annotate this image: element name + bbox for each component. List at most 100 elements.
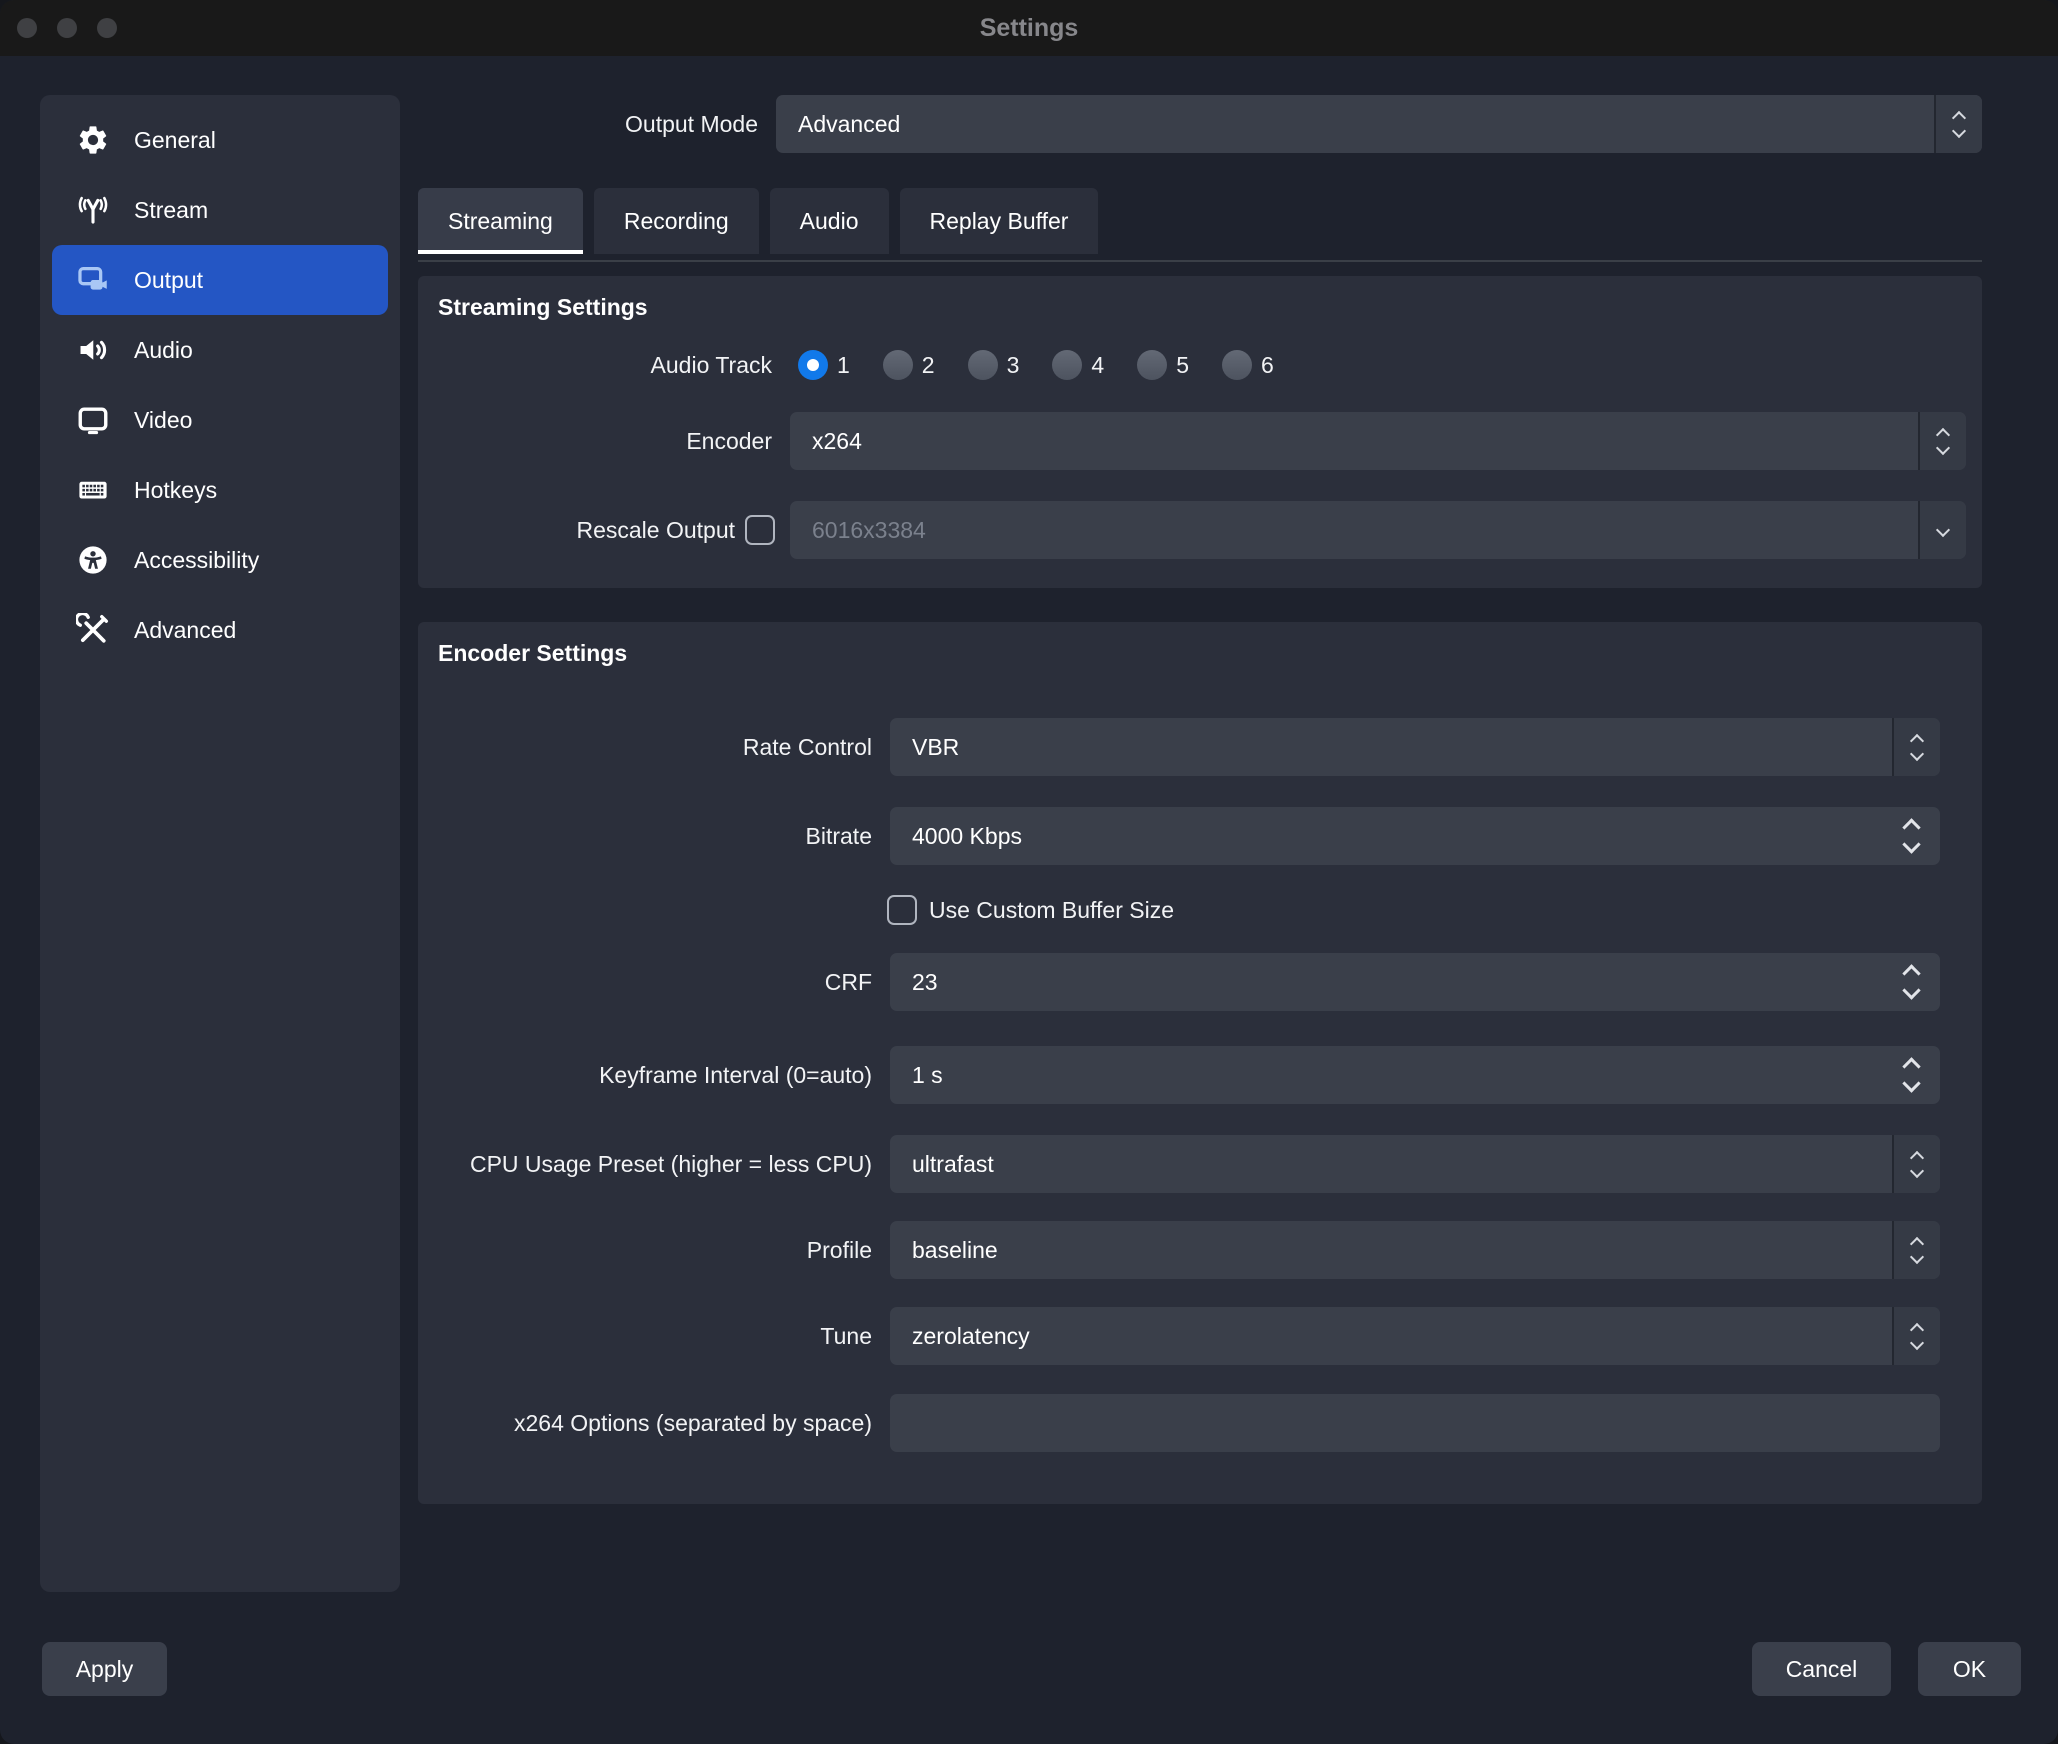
tab-streaming[interactable]: Streaming [418,188,583,254]
x264-options-label: x264 Options (separated by space) [418,1410,872,1437]
sidebar-item-audio[interactable]: Audio [52,315,388,385]
rescale-resolution-combobox[interactable] [790,501,1966,559]
x264-options-row: x264 Options (separated by space) [418,1395,1940,1451]
keyframe-interval-label: Keyframe Interval (0=auto) [418,1062,872,1089]
radio-icon[interactable] [1222,350,1252,380]
tune-row: Tune zerolatency [418,1308,1940,1364]
audio-track-row: Audio Track 1 2 3 4 5 6 [418,347,1966,383]
sidebar-item-accessibility[interactable]: Accessibility [52,525,388,595]
encoder-select[interactable]: x264 [790,412,1966,470]
dropdown-arrows-icon[interactable] [1892,718,1940,776]
chevron-down-icon[interactable] [1918,501,1966,559]
radio-icon[interactable] [968,350,998,380]
spin-up-icon[interactable] [1902,818,1920,836]
radio-selected-icon[interactable] [798,350,828,380]
output-mode-value: Advanced [798,111,900,138]
titlebar: Settings [0,0,2058,56]
tune-value: zerolatency [912,1323,1030,1350]
tune-label: Tune [418,1323,872,1350]
crf-row: CRF 23 [418,954,1940,1010]
rescale-resolution-input[interactable] [812,517,1902,544]
sidebar-label-stream: Stream [134,197,208,224]
audio-track-option-1[interactable]: 1 [798,350,850,380]
tab-replay-buffer[interactable]: Replay Buffer [900,188,1099,254]
sidebar-label-video: Video [134,407,192,434]
rate-control-label: Rate Control [418,734,872,761]
rate-control-row: Rate Control VBR [418,718,1940,776]
spin-down-icon[interactable] [1902,981,1920,999]
radio-icon[interactable] [1052,350,1082,380]
spin-up-icon[interactable] [1902,1057,1920,1075]
output-icon [76,263,110,297]
dropdown-arrows-icon[interactable] [1892,1307,1940,1365]
dropdown-arrows-icon[interactable] [1918,412,1966,470]
output-mode-label: Output Mode [418,111,758,138]
output-mode-row: Output Mode Advanced [418,95,1982,153]
spin-up-icon[interactable] [1902,964,1920,982]
rescale-output-label: Rescale Output [418,517,735,544]
bitrate-spinbox[interactable]: 4000 Kbps [890,807,1940,865]
crf-label: CRF [418,969,872,996]
rate-control-value: VBR [912,734,959,761]
rescale-output-checkbox[interactable] [745,515,775,545]
sidebar-item-hotkeys[interactable]: Hotkeys [52,455,388,525]
audio-track-option-5[interactable]: 5 [1137,350,1189,380]
speaker-icon [76,333,110,367]
keyframe-interval-value: 1 s [912,1062,943,1089]
tune-select[interactable]: zerolatency [890,1307,1940,1365]
cancel-button[interactable]: Cancel [1752,1642,1891,1696]
profile-value: baseline [912,1237,998,1264]
profile-label: Profile [418,1237,872,1264]
tab-recording[interactable]: Recording [594,188,759,254]
sidebar-item-advanced[interactable]: Advanced [52,595,388,665]
audio-track-option-2[interactable]: 2 [883,350,935,380]
crf-value: 23 [912,969,938,996]
profile-row: Profile baseline [418,1222,1940,1278]
audio-track-option-3[interactable]: 3 [968,350,1020,380]
settings-window: Settings General Stream Output Audio [0,0,2058,1744]
use-custom-buffer-checkbox[interactable] [887,895,917,925]
keyframe-interval-spinbox[interactable]: 1 s [890,1046,1940,1104]
audio-track-option-6[interactable]: 6 [1222,350,1274,380]
tab-audio[interactable]: Audio [770,188,889,254]
spin-down-icon[interactable] [1902,835,1920,853]
output-mode-select[interactable]: Advanced [776,95,1982,153]
rescale-output-row: Rescale Output [418,500,1966,560]
apply-button[interactable]: Apply [42,1642,167,1696]
gear-icon [76,123,110,157]
sidebar-label-general: General [134,127,216,154]
sidebar-label-hotkeys: Hotkeys [134,477,217,504]
x264-options-field[interactable] [890,1394,1940,1452]
dropdown-arrows-icon[interactable] [1934,95,1982,153]
sidebar-item-output[interactable]: Output [52,245,388,315]
crf-spinbox[interactable]: 23 [890,953,1940,1011]
dropdown-arrows-icon[interactable] [1892,1135,1940,1193]
output-settings-page: Output Mode Advanced Streaming Recording… [418,95,1982,1515]
rate-control-select[interactable]: VBR [890,718,1940,776]
audio-track-option-4[interactable]: 4 [1052,350,1104,380]
settings-sidebar: General Stream Output Audio Video [40,95,400,1592]
bitrate-label: Bitrate [418,823,872,850]
ok-button[interactable]: OK [1918,1642,2021,1696]
bitrate-row: Bitrate 4000 Kbps [418,808,1940,864]
output-tabs: Streaming Recording Audio Replay Buffer [418,188,1982,254]
window-title: Settings [0,0,2058,56]
x264-options-input[interactable] [912,1410,1918,1437]
radio-icon[interactable] [1137,350,1167,380]
tools-icon [76,613,110,647]
sidebar-label-audio: Audio [134,337,193,364]
dropdown-arrows-icon[interactable] [1892,1221,1940,1279]
sidebar-item-video[interactable]: Video [52,385,388,455]
spin-down-icon[interactable] [1902,1074,1920,1092]
audio-track-label: Audio Track [418,352,772,379]
profile-select[interactable]: baseline [890,1221,1940,1279]
cpu-preset-label: CPU Usage Preset (higher = less CPU) [418,1151,872,1178]
sidebar-label-advanced: Advanced [134,617,236,644]
keyboard-icon [76,473,110,507]
sidebar-item-stream[interactable]: Stream [52,175,388,245]
sidebar-item-general[interactable]: General [52,105,388,175]
radio-icon[interactable] [883,350,913,380]
use-custom-buffer-label: Use Custom Buffer Size [929,897,1174,924]
cpu-preset-select[interactable]: ultrafast [890,1135,1940,1193]
bitrate-value: 4000 Kbps [912,823,1022,850]
